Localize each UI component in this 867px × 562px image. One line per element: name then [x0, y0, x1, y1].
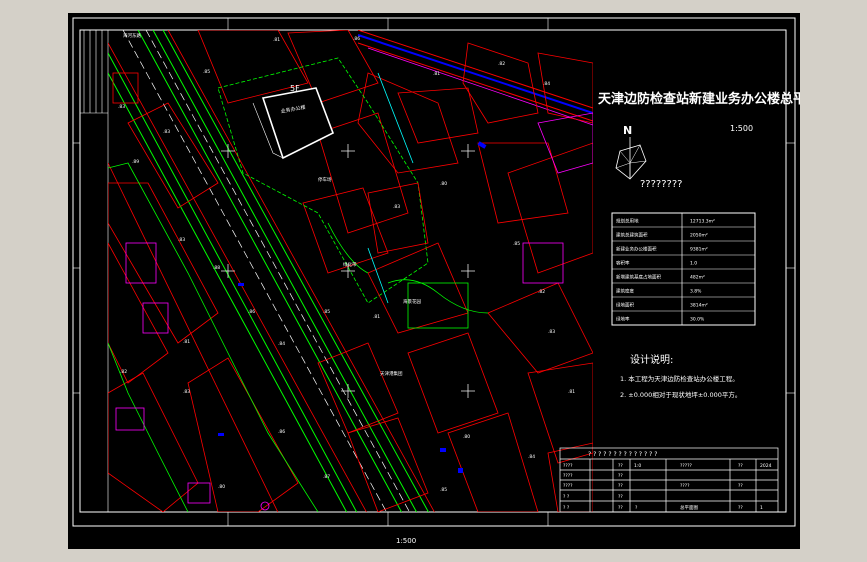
table-row-value: 3.8%: [690, 289, 702, 295]
svg-text:.85: .85: [203, 69, 210, 75]
svg-text:.81: .81: [568, 389, 575, 395]
railway: [357, 30, 593, 126]
cyan-lines: [367, 72, 414, 304]
note-2: 2. ±0.000相对于现状地坪±0.000平方。: [620, 390, 741, 399]
grid-crosses: [221, 144, 475, 398]
svg-text:.84: .84: [278, 341, 285, 347]
tb-r5c5: ??: [738, 505, 743, 511]
table-row-value: 9381m²: [690, 247, 708, 253]
svg-text:.81: .81: [183, 339, 190, 345]
left-green: [108, 162, 319, 512]
title-block-text: ? ? ? ? ? ? ? ? ? ? ? ? ? ? ???? ?? 1:0 …: [563, 451, 772, 511]
svg-text:.85: .85: [323, 309, 330, 315]
drawing-title: 天津边防检查站新建业务办公楼总平面图: [598, 91, 800, 107]
table-row-value: 1.0: [690, 261, 697, 267]
table-row-value: 30.0%: [690, 317, 705, 323]
table-row-value: 482m²: [690, 275, 705, 281]
svg-text:.89: .89: [132, 159, 139, 165]
building-floor-label: 5F: [290, 84, 300, 93]
svg-text:.87: .87: [323, 474, 330, 480]
note-1: 1. 本工程为天津边防检查站办公楼工程。: [620, 374, 739, 383]
table-row-label: 新增建筑基底占地面积: [616, 274, 661, 281]
left-magenta: [115, 242, 270, 511]
svg-text:.86: .86: [248, 309, 255, 315]
map-label-parking: 停车场: [318, 176, 332, 183]
svg-text:.80: .80: [218, 484, 225, 490]
top-blocks: [197, 30, 593, 274]
tb-r1c6: 2024: [760, 463, 772, 469]
tb-r3c1: ????: [563, 483, 573, 489]
tb-r3c2: ??: [618, 483, 623, 489]
svg-text:.82: .82: [120, 369, 127, 375]
left-blocks: [108, 72, 299, 512]
compass-caption: ????????: [640, 179, 682, 190]
svg-text:.85: .85: [440, 487, 447, 493]
table-row-value: 2050m²: [690, 233, 708, 239]
tb-r2c2: ??: [618, 473, 623, 479]
map-label-building-b: 天津港集团: [380, 370, 403, 377]
svg-text:.83: .83: [163, 129, 170, 135]
svg-text:.83: .83: [393, 204, 400, 210]
tb-r5c1: ? ?: [563, 505, 570, 511]
proposed-building[interactable]: 5F 业务办公楼: [252, 84, 335, 160]
tb-r3c3: ????: [680, 483, 690, 489]
svg-text:.81: .81: [273, 37, 280, 43]
table-row-value: 3814m²: [690, 303, 708, 309]
svg-text:.81: .81: [433, 71, 440, 77]
map-label-building-a: 海景花园: [403, 298, 421, 305]
green-paths: [327, 222, 489, 329]
tb-r5c3: ?: [635, 505, 638, 511]
north-label: N: [623, 124, 632, 137]
table-row-label: 新建业务办公楼面积: [616, 246, 657, 253]
tb-r4c1: ? ?: [563, 494, 570, 500]
svg-text:.80: .80: [463, 434, 470, 440]
tb-r2c1: ????: [563, 473, 573, 479]
svg-text:.85: .85: [513, 241, 520, 247]
tb-r1c4: ?????: [680, 463, 693, 469]
map-label-road: 海河东路: [123, 32, 141, 39]
scale-label: 1:500: [730, 124, 753, 133]
table-row-label: 建筑密度: [616, 288, 634, 295]
svg-text:.83: .83: [178, 237, 185, 243]
table-row-label: 绿地面积: [616, 302, 634, 309]
mid-blocks: [317, 182, 593, 512]
svg-text:.83: .83: [548, 329, 555, 335]
table-row-label: 规划总用地: [616, 218, 639, 225]
tb-header: ? ? ? ? ? ? ? ? ? ? ? ? ? ?: [588, 451, 657, 458]
svg-text:.83: .83: [118, 104, 125, 110]
bottom-scale-label: 1:500: [396, 537, 416, 545]
svg-text:.86: .86: [353, 36, 360, 42]
site-map: 5F 业务办公楼 海河东路 海景花园 天津港集团 绿化带 停车场 .83 .89.…: [108, 30, 593, 512]
svg-text:.84: .84: [528, 454, 535, 460]
svg-text:.82: .82: [538, 289, 545, 295]
notes-title: 设计说明:: [630, 353, 673, 366]
table-row-label: 建筑总建筑面积: [616, 232, 648, 239]
tb-r5c6: 1: [760, 505, 763, 511]
svg-text:.88: .88: [213, 265, 220, 271]
tb-r3c4: ??: [738, 483, 743, 489]
indicators-table: 规划总用地 12713.3m² 建筑总建筑面积 2050m² 新建业务办公楼面积 9381…: [611, 212, 756, 326]
table-row-label: 容积率: [616, 260, 630, 267]
svg-text:.82: .82: [498, 61, 505, 67]
tb-r5c4: 总平面图: [680, 504, 698, 511]
tb-r1c3: 1:0: [634, 463, 641, 469]
map-label-greenery: 绿化带: [343, 261, 357, 268]
tb-r4c2: ??: [618, 494, 623, 500]
svg-text:.83: .83: [183, 389, 190, 395]
svg-text:.81: .81: [373, 314, 380, 320]
tb-r5c2: ??: [618, 505, 623, 511]
tb-r1c5: ??: [738, 463, 743, 469]
table-row-label: 绿地率: [616, 316, 630, 323]
binding-strip: [80, 30, 109, 512]
tb-r1c2: ??: [618, 463, 623, 469]
drawing-sheet: 5F 业务办公楼 海河东路 海景花园 天津港集团 绿化带 停车场 .83 .89.…: [72, 17, 800, 545]
tb-r1c1: ????: [563, 463, 573, 469]
table-row-value: 12713.3m²: [690, 219, 715, 225]
cad-viewport[interactable]: 5F 业务办公楼 海河东路 海景花园 天津港集团 绿化带 停车场 .83 .89.…: [68, 13, 800, 549]
north-arrow-icon: N: [615, 124, 647, 180]
svg-text:.84: .84: [543, 81, 550, 87]
svg-text:.86: .86: [278, 429, 285, 435]
svg-text:.80: .80: [440, 181, 447, 187]
